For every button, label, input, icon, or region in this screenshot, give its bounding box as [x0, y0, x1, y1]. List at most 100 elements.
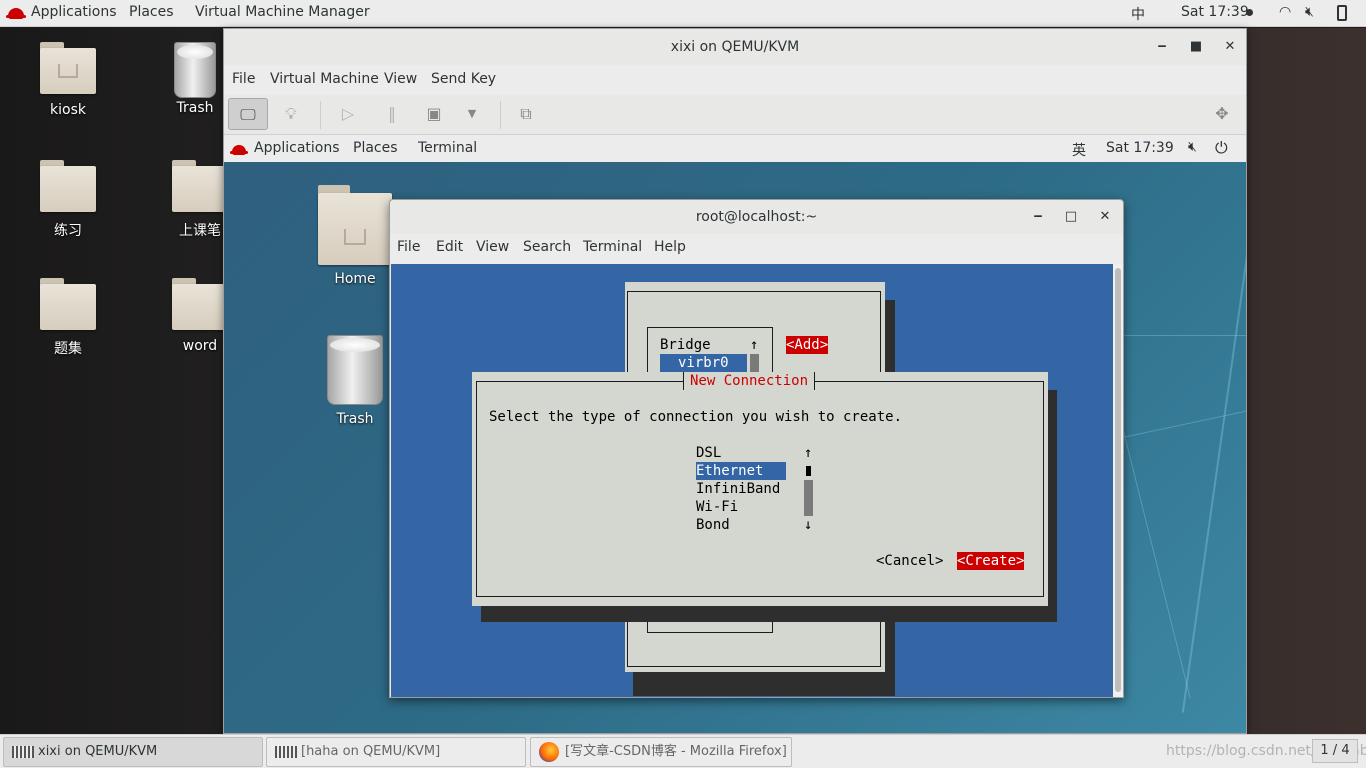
desktop-folder-tiji[interactable]: 题集 [13, 278, 123, 358]
places-menu[interactable]: Places [129, 4, 174, 20]
desktop-folder-kiosk[interactable]: kiosk [13, 42, 123, 118]
folder-icon [40, 278, 96, 330]
run-icon[interactable]: ▷ [328, 98, 368, 130]
add-button[interactable]: <Add> [786, 336, 829, 354]
guest-clock[interactable]: Sat 17:39 [1106, 140, 1174, 156]
folder-home-icon [40, 42, 96, 94]
power-icon[interactable]: ⏻ [1215, 138, 1228, 158]
option-wifi[interactable]: Wi-Fi [696, 498, 738, 516]
folder-icon [40, 160, 96, 212]
menu-virtual-machine[interactable]: Virtual Machine [270, 71, 379, 87]
decor-line [1124, 335, 1246, 336]
dialog-title: New Connection [683, 372, 816, 390]
maximize-icon[interactable]: ■ [1186, 29, 1206, 65]
vm-title-bar[interactable]: xixi on QEMU/KVM ‒ ■ ✕ [224, 29, 1246, 65]
workspace-pager[interactable]: 1 / 4 [1312, 739, 1358, 763]
virt-manager-icon [12, 746, 34, 758]
taskbar-item-firefox[interactable]: [写文章-CSDN博客 - Mozilla Firefox] [530, 737, 792, 767]
minimize-icon[interactable]: ‒ [1152, 29, 1172, 65]
terminal-menu-file[interactable]: File [397, 239, 420, 255]
toolbar-separator [500, 101, 501, 129]
tui-scrollbar [750, 354, 759, 372]
notification-dot-icon [1246, 9, 1253, 16]
decor-line [1181, 197, 1246, 713]
list-item-bridge[interactable]: Bridge [660, 336, 711, 354]
terminal-screen[interactable]: Bridge ↑ virbr0 <Add> New Connection Sel… [391, 264, 1113, 697]
folder-icon [172, 160, 228, 212]
terminal-title: root@localhost:~ [695, 209, 818, 225]
vm-menu-bar: File Virtual Machine View Send Key [224, 65, 1246, 95]
list-item-virbr0[interactable]: virbr0 [660, 354, 747, 372]
brand-text: nux [1244, 657, 1246, 687]
guest-places-menu[interactable]: Places [353, 140, 398, 156]
guest-display[interactable]: Applications Places Terminal 英 Sat 17:39… [224, 135, 1246, 733]
snapshots-icon[interactable]: ⧉ [506, 98, 546, 130]
toolbar-separator [320, 101, 321, 129]
terminal-menu-bar: File Edit View Search Terminal Help [390, 234, 1123, 264]
details-lightbulb-icon[interactable]: 💡︎ [271, 98, 311, 130]
minimize-icon[interactable]: ‒ [1028, 200, 1048, 234]
redhat-logo-icon [230, 143, 248, 159]
battery-icon[interactable] [1337, 5, 1347, 21]
taskbar-item-label: [写文章-CSDN博客 - Mozilla Firefox] [565, 744, 787, 759]
terminal-menu-help[interactable]: Help [654, 239, 686, 255]
taskbar-item-xixi[interactable]: xixi on QEMU/KVM [3, 737, 263, 767]
taskbar-item-label: [haha on QEMU/KVM] [301, 744, 441, 759]
terminal-menu-terminal[interactable]: Terminal [583, 239, 642, 255]
menu-send-key[interactable]: Send Key [431, 71, 496, 87]
guest-input-method-indicator[interactable]: 英 [1072, 140, 1086, 160]
redhat-logo-icon [6, 7, 26, 23]
app-menu[interactable]: Virtual Machine Manager [195, 4, 370, 20]
applications-menu[interactable]: Applications [31, 4, 117, 20]
trash-icon [174, 42, 216, 98]
volume-muted-icon[interactable]: 🔇︎ [1305, 4, 1314, 20]
decor-line [1105, 409, 1246, 442]
vm-toolbar: 🖵︎ 💡︎ ▷ ‖ ▣ ▼ ⧉ ✥ [224, 95, 1246, 135]
virt-manager-icon [275, 746, 297, 758]
terminal-menu-search[interactable]: Search [523, 239, 571, 255]
desktop-icon-label: kiosk [50, 102, 86, 118]
terminal-scrollbar[interactable] [1113, 264, 1123, 697]
folder-icon [172, 278, 228, 330]
scroll-thumb-icon[interactable] [806, 466, 811, 476]
shutdown-icon[interactable]: ▣ [414, 98, 454, 130]
guest-applications-menu[interactable]: Applications [254, 140, 340, 156]
scroll-up-arrow-icon: ↑ [804, 445, 813, 461]
terminal-window: root@localhost:~ ‒ □ ✕ File Edit View Se… [389, 199, 1124, 698]
fullscreen-icon[interactable]: ✥ [1202, 98, 1242, 130]
close-icon[interactable]: ✕ [1095, 200, 1115, 234]
cancel-button[interactable]: <Cancel> [876, 552, 943, 570]
pause-icon[interactable]: ‖ [372, 98, 412, 130]
host-top-bar: Applications Places Virtual Machine Mana… [0, 0, 1366, 27]
terminal-menu-view[interactable]: View [476, 239, 509, 255]
terminal-menu-edit[interactable]: Edit [436, 239, 463, 255]
menu-view[interactable]: View [384, 71, 417, 87]
shutdown-dropdown-icon[interactable]: ▼ [452, 98, 492, 130]
guest-top-bar: Applications Places Terminal 英 Sat 17:39… [224, 135, 1246, 162]
input-method-indicator[interactable]: 中 [1131, 4, 1145, 24]
terminal-title-bar[interactable]: root@localhost:~ ‒ □ ✕ [390, 200, 1123, 234]
desktop-folder-lianxi[interactable]: 练习 [13, 160, 123, 240]
maximize-icon[interactable]: □ [1061, 200, 1081, 234]
host-taskbar: xixi on QEMU/KVM [haha on QEMU/KVM] [写文章… [0, 734, 1366, 768]
option-infiniband[interactable]: InfiniBand [696, 480, 780, 498]
desktop-icon-label: 题集 [54, 341, 82, 357]
option-ethernet[interactable]: Ethernet [696, 462, 786, 480]
guest-terminal-menu[interactable]: Terminal [418, 140, 477, 156]
volume-muted-icon[interactable]: 🔇︎ [1188, 139, 1197, 155]
scroll-up-arrow-icon: ↑ [750, 337, 759, 353]
wifi-icon[interactable]: ◠ [1279, 4, 1291, 20]
dialog-prompt: Select the type of connection you wish t… [489, 409, 903, 425]
tui-scrollbar[interactable] [804, 480, 813, 516]
console-view-icon[interactable]: 🖵︎ [228, 98, 268, 130]
create-button[interactable]: <Create> [957, 552, 1025, 570]
scroll-down-arrow-icon: ↓ [804, 517, 813, 533]
menu-file[interactable]: File [232, 71, 255, 87]
option-bond[interactable]: Bond [696, 516, 730, 534]
clock[interactable]: Sat 17:39 [1181, 4, 1249, 20]
folder-home-icon [318, 185, 392, 265]
taskbar-item-haha[interactable]: [haha on QEMU/KVM] [266, 737, 526, 767]
option-dsl[interactable]: DSL [696, 444, 721, 462]
taskbar-item-label: xixi on QEMU/KVM [38, 744, 158, 759]
close-icon[interactable]: ✕ [1220, 29, 1240, 65]
